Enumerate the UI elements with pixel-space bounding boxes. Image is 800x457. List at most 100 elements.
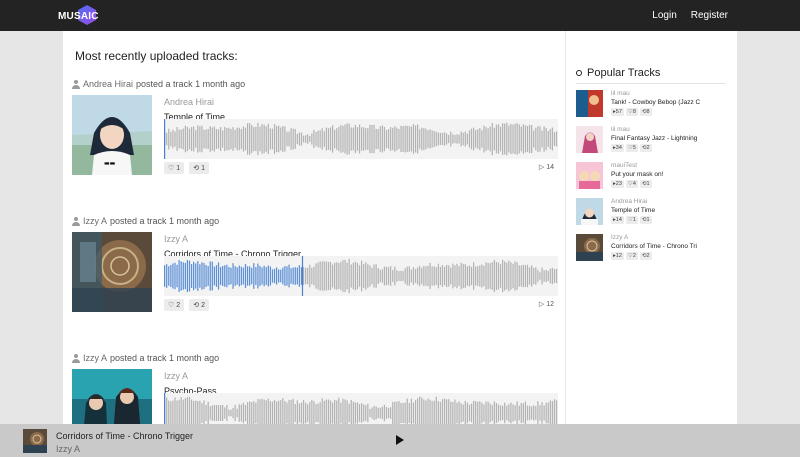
player-track-title[interactable]: Corridors of Time - Chrono Trigger xyxy=(56,431,193,441)
waveform-bar xyxy=(292,128,294,150)
waveform-bar xyxy=(502,259,504,293)
waveform-bar xyxy=(435,267,437,285)
waveform[interactable] xyxy=(164,119,558,159)
popular-track-title[interactable]: Put your mask on! xyxy=(611,171,707,178)
waveform-bar xyxy=(356,127,359,151)
waveform-bar xyxy=(551,267,554,285)
waveform-bar xyxy=(261,267,263,285)
post-author-link[interactable]: Andrea Hirai xyxy=(83,79,133,89)
waveform-bar xyxy=(433,130,435,148)
waveform-bar xyxy=(271,269,274,283)
waveform-bar xyxy=(230,267,232,285)
waveform-bar xyxy=(528,405,531,421)
popular-thumb[interactable] xyxy=(576,198,603,225)
popular-artist[interactable]: Andrea Hirai xyxy=(611,198,707,205)
waveform[interactable] xyxy=(164,256,558,296)
waveform-bar xyxy=(379,269,381,283)
popular-track-title[interactable]: Temple of Time xyxy=(611,207,707,214)
waveform-bar xyxy=(373,405,375,421)
waveform[interactable] xyxy=(164,393,558,424)
waveform-bar xyxy=(261,124,263,154)
post-author-link[interactable]: Izzy A xyxy=(83,353,107,363)
popular-artist[interactable]: lil mau xyxy=(611,90,707,97)
popular-artist[interactable]: lil mau xyxy=(611,126,707,133)
waveform-bar xyxy=(547,130,549,148)
track-artist[interactable]: Izzy A xyxy=(164,371,558,381)
player-artwork[interactable] xyxy=(23,429,47,453)
track-artwork[interactable]: ▬▬ xyxy=(72,95,152,175)
track-artwork[interactable] xyxy=(72,232,152,312)
waveform-bar xyxy=(305,402,307,424)
waveform-bar xyxy=(369,265,371,287)
register-link[interactable]: Register xyxy=(691,10,728,21)
login-link[interactable]: Login xyxy=(652,10,676,21)
popular-artist[interactable]: Izzy A xyxy=(611,234,707,241)
popular-track-title[interactable]: Tank! - Cowboy Bebop (Jazz C xyxy=(611,99,707,106)
feed-heading: Most recently uploaded tracks: xyxy=(75,49,238,63)
popular-thumb[interactable] xyxy=(576,90,603,117)
waveform-bar xyxy=(182,262,184,290)
play-stat-value: 14 xyxy=(615,217,622,223)
waveform-bar xyxy=(520,265,522,287)
track-artist[interactable]: Izzy A xyxy=(164,234,558,244)
like-count: 1 xyxy=(176,164,181,172)
like-stat: ♡ 5 xyxy=(625,144,638,152)
repost-button[interactable]: ⟲ 1 xyxy=(189,162,209,174)
play-stat-value: 57 xyxy=(615,109,622,115)
waveform-bar xyxy=(416,398,419,424)
popular-item[interactable]: lil mau Tank! - Cowboy Bebop (Jazz C ▸ 57… xyxy=(576,90,726,120)
waveform-bar xyxy=(369,409,371,417)
popular-item[interactable]: mauiTest Put your mask on! ▸ 23 ♡ 4 ⟲ 1 xyxy=(576,162,726,192)
like-button[interactable]: ♡ 1 xyxy=(164,162,185,174)
popular-item[interactable]: Izzy A Corridors of Time - Chrono Tri ▸ 1… xyxy=(576,234,726,264)
post-action-text: posted a track 1 month ago xyxy=(136,79,246,89)
waveform-bar xyxy=(217,262,220,290)
waveform-bar xyxy=(499,264,502,288)
waveform-bar xyxy=(385,407,388,419)
logo[interactable]: MUSAIC xyxy=(58,5,99,27)
waveform-bar xyxy=(222,265,224,287)
waveform-bar xyxy=(319,130,321,148)
player-track-artist[interactable]: Izzy A xyxy=(56,444,80,454)
popular-thumb[interactable] xyxy=(576,162,603,189)
popular-thumb[interactable] xyxy=(576,126,603,153)
popular-artist[interactable]: mauiTest xyxy=(611,162,707,169)
popular-thumb[interactable] xyxy=(576,234,603,261)
waveform-bar xyxy=(441,265,444,287)
track-artwork[interactable] xyxy=(72,369,152,424)
waveform-bar xyxy=(234,266,236,286)
repost-button[interactable]: ⟲ 2 xyxy=(189,299,209,311)
playhead[interactable] xyxy=(164,393,166,424)
waveform-bar xyxy=(524,125,527,153)
waveform-bar xyxy=(329,400,332,424)
waveform-bar xyxy=(331,264,334,288)
waveform-bar xyxy=(526,125,529,153)
waveform-bar xyxy=(439,401,442,424)
waveform-bar xyxy=(172,129,174,149)
waveform-bar xyxy=(502,123,504,155)
waveform-bar xyxy=(439,132,442,146)
play-button[interactable] xyxy=(396,435,404,445)
waveform-bar xyxy=(466,133,468,145)
playhead[interactable] xyxy=(301,256,304,296)
waveform-bar xyxy=(286,131,288,147)
popular-track-title[interactable]: Final Fantasy Jazz - Lightning xyxy=(611,135,707,142)
popular-track-title[interactable]: Corridors of Time - Chrono Tri xyxy=(611,243,707,250)
waveform-bar xyxy=(280,269,282,283)
waveform-bar xyxy=(275,125,278,153)
waveform-bar xyxy=(284,266,286,286)
waveform-bar xyxy=(394,266,396,286)
waveform-bar xyxy=(520,402,522,424)
waveform-bar xyxy=(435,396,437,424)
track-artist[interactable]: Andrea Hirai xyxy=(164,97,558,107)
waveform-bar xyxy=(456,402,458,424)
playhead[interactable] xyxy=(164,119,166,159)
popular-item[interactable]: Andrea Hirai Temple of Time ▸ 14 ♡ 1 ⟲ 1 xyxy=(576,198,726,228)
waveform-bar xyxy=(286,402,288,424)
repost-stat-value: 8 xyxy=(646,109,650,115)
waveform-bar xyxy=(462,132,464,146)
popular-item[interactable]: lil mau Final Fantasy Jazz - Lightning ▸… xyxy=(576,126,726,156)
like-button[interactable]: ♡ 2 xyxy=(164,299,185,311)
waveform-bar xyxy=(504,123,506,155)
post-author-link[interactable]: Izzy A xyxy=(83,216,107,226)
